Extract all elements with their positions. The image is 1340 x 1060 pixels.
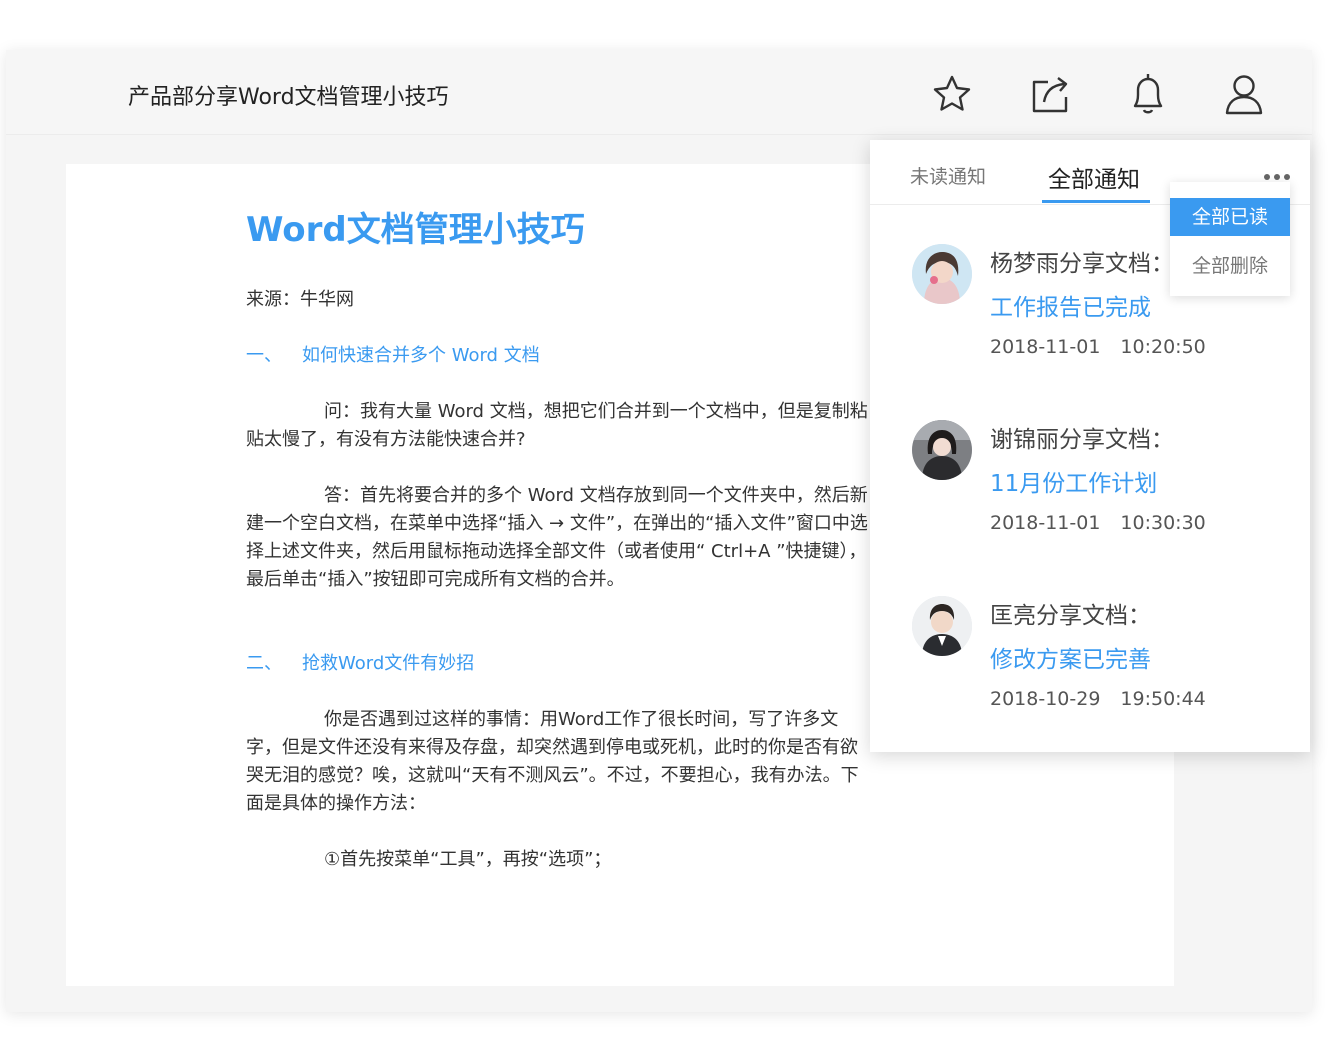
bell-icon[interactable] <box>1126 70 1170 118</box>
notification-timestamp: 2018-10-29 19:50:44 <box>990 688 1206 710</box>
section-heading-1: 一、 如何快速合并多个 Word 文档 <box>246 342 540 370</box>
notification-link[interactable]: 11月份工作计划 <box>990 464 1157 498</box>
notification-timestamp: 2018-11-01 10:30:30 <box>990 512 1206 534</box>
mark-all-read-option[interactable]: 全部已读 <box>1170 198 1290 236</box>
paragraph-story: 你是否遇到过这样的事情：用Word工作了很长时间，写了许多文字，但是文件还没有来… <box>246 709 859 814</box>
avatar <box>912 420 972 480</box>
avatar <box>912 596 972 656</box>
notification-timestamp: 2018-11-01 10:20:50 <box>990 336 1206 358</box>
more-dots-icon[interactable] <box>1264 168 1292 182</box>
notification-link[interactable]: 修改方案已完善 <box>990 640 1151 674</box>
avatar <box>912 244 972 304</box>
paragraph-answer: 答：首先将要合并的多个 Word 文档存放到同一个文件夹中，然后新建一个空白文档… <box>246 485 868 590</box>
section-number: 一、 <box>246 345 282 366</box>
notification-item[interactable]: 匡亮分享文档： 修改方案已完善 2018-10-29 19:50:44 <box>870 596 1310 746</box>
paragraph-step: ①首先按菜单“工具”，再按“选项”； <box>324 849 612 870</box>
active-tab-indicator <box>1042 200 1150 203</box>
document-source: 来源：牛华网 <box>246 289 354 310</box>
notification-title: 谢锦丽分享文档： <box>990 427 1174 453</box>
notification-title: 杨梦雨分享文档： <box>990 251 1174 277</box>
tab-unread[interactable]: 未读通知 <box>910 162 986 189</box>
tab-all[interactable]: 全部通知 <box>1048 160 1140 194</box>
document-title: 产品部分享Word文档管理小技巧 <box>128 85 449 110</box>
notification-item[interactable]: 谢锦丽分享文档： 11月份工作计划 2018-11-01 10:30:30 <box>870 420 1310 570</box>
notification-menu: 全部已读 全部删除 <box>1170 182 1290 296</box>
section-title: 如何快速合并多个 Word 文档 <box>302 345 540 366</box>
notification-link[interactable]: 工作报告已完成 <box>990 288 1151 322</box>
top-bar: 产品部分享Word文档管理小技巧 <box>6 50 1312 135</box>
star-icon[interactable] <box>930 70 974 118</box>
delete-all-option[interactable]: 全部删除 <box>1170 242 1290 290</box>
paragraph-question: 问：我有大量 Word 文档，想把它们合并到一个文档中，但是复制粘贴太慢了，有没… <box>246 401 868 450</box>
section-number: 二、 <box>246 653 282 674</box>
section-title: 抢救Word文件有妙招 <box>302 653 475 674</box>
share-icon[interactable] <box>1028 70 1072 118</box>
notification-title: 匡亮分享文档： <box>990 603 1151 629</box>
document-heading: Word文档管理小技巧 <box>246 210 585 250</box>
section-heading-2: 二、 抢救Word文件有妙招 <box>246 650 474 678</box>
user-icon[interactable] <box>1222 70 1266 118</box>
